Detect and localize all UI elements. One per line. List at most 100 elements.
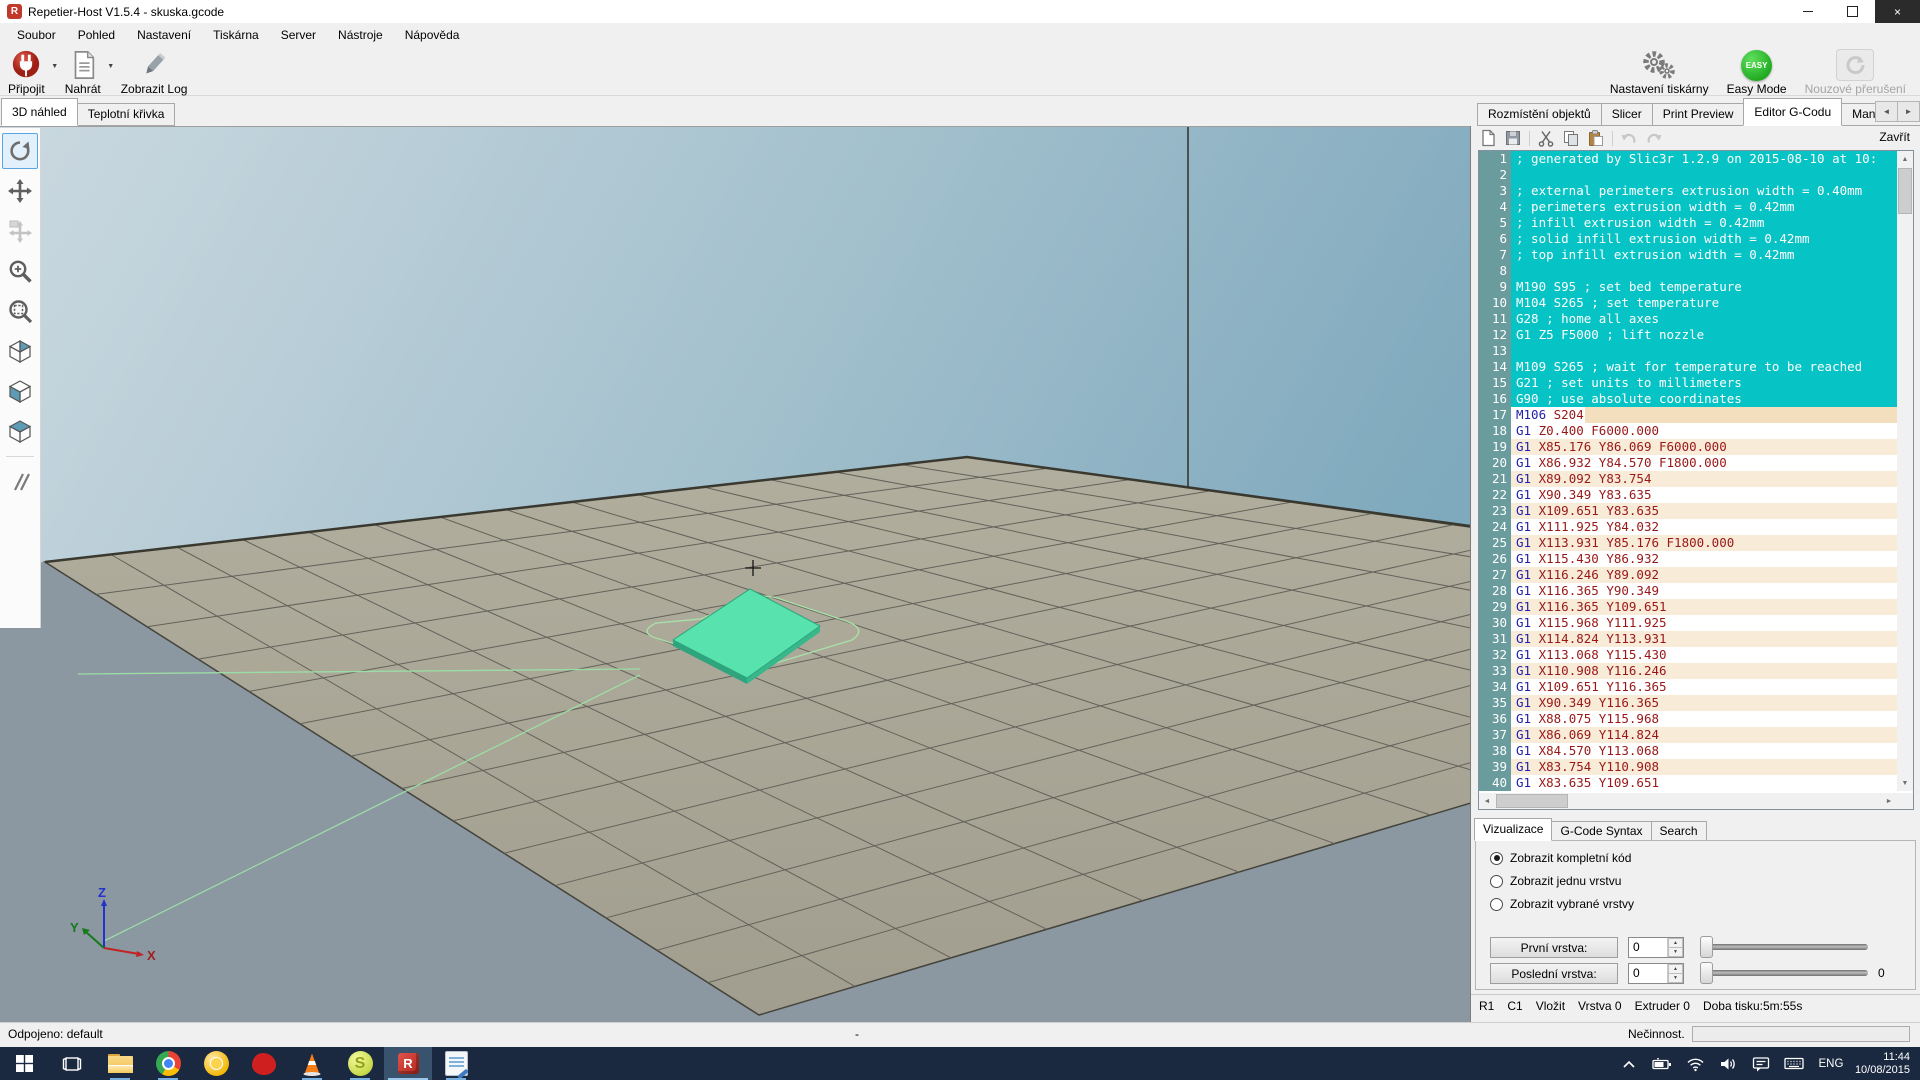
connect-button[interactable]: Připojit: [4, 48, 49, 97]
tray-chevron-button[interactable]: [1613, 1047, 1646, 1080]
righttabs-tab-1[interactable]: Rozmístění objektů: [1477, 103, 1602, 126]
connection-status: Odpojeno: default: [8, 1027, 103, 1041]
scroll-right-arrow[interactable]: ►: [1881, 793, 1897, 809]
clock[interactable]: 11:44 10/08/2015: [1851, 1051, 1920, 1077]
taskbar-red-app[interactable]: [240, 1047, 288, 1080]
connect-dropdown[interactable]: ▼: [49, 50, 61, 82]
righttabs-tab-4[interactable]: Editor G-Codu: [1743, 98, 1842, 126]
radio-circle[interactable]: [1490, 852, 1503, 865]
tray-keyboard[interactable]: [1778, 1047, 1811, 1080]
language-indicator[interactable]: ENG: [1811, 1047, 1851, 1080]
maximize-icon: [1847, 6, 1858, 17]
cut-icon[interactable]: [1537, 129, 1555, 147]
menu-item-7[interactable]: Nápověda: [394, 23, 471, 47]
first-layer-slider[interactable]: [1700, 936, 1868, 958]
first-layer-spinner[interactable]: 0 ▲▼: [1628, 937, 1684, 958]
taskbar-repetier-host[interactable]: R: [384, 1047, 432, 1080]
viz-tab-2[interactable]: G-Code Syntax: [1551, 821, 1651, 841]
tray-wifi[interactable]: [1679, 1047, 1712, 1080]
top-view-tool[interactable]: [2, 413, 38, 449]
paste-icon[interactable]: [1587, 129, 1605, 147]
viz-tab-3[interactable]: Search: [1651, 821, 1707, 841]
scroll-up-arrow[interactable]: ▲: [1897, 151, 1913, 167]
righttabs-tab-2[interactable]: Slicer: [1601, 103, 1653, 126]
rotate-view-tool[interactable]: [2, 133, 38, 169]
tab-scroll-right-button[interactable]: ►: [1897, 101, 1920, 122]
gcode-line: 6; solid infill extrusion width = 0.42mm: [1479, 231, 1897, 247]
move-object-tool-disabled: [2, 213, 38, 249]
front-view-tool[interactable]: [2, 373, 38, 409]
taskbar-chrome-canary[interactable]: [192, 1047, 240, 1080]
show-log-button[interactable]: Zobrazit Log: [117, 48, 192, 97]
scroll-down-arrow[interactable]: ▼: [1897, 775, 1913, 791]
load-button[interactable]: Nahrát: [61, 48, 105, 97]
viewtabs-tab-1[interactable]: 3D náhled: [1, 98, 78, 126]
task-view-button[interactable]: [48, 1047, 96, 1080]
spinner-arrows[interactable]: ▲▼: [1667, 938, 1683, 957]
editor-status-part-1: R1: [1479, 999, 1494, 1013]
close-button[interactable]: ×: [1875, 0, 1920, 23]
parallel-projection-tool[interactable]: [2, 464, 38, 500]
radio-option-2[interactable]: Zobrazit jednu vrstvu: [1490, 874, 1621, 888]
taskbar-notepad[interactable]: [432, 1047, 480, 1080]
slider-thumb[interactable]: [1700, 962, 1713, 984]
last-layer-slider[interactable]: [1700, 962, 1868, 984]
last-layer-button[interactable]: Poslední vrstva:: [1490, 963, 1618, 984]
date: 10/08/2015: [1855, 1064, 1910, 1077]
menu-item-6[interactable]: Nástroje: [327, 23, 394, 47]
taskbar-file-explorer[interactable]: [96, 1047, 144, 1080]
printer-settings-button[interactable]: Nastavení tiskárny: [1606, 48, 1713, 97]
3d-viewport[interactable]: Z X Y: [0, 126, 1470, 1022]
first-layer-button[interactable]: První vrstva:: [1490, 937, 1618, 958]
taskbar-s-app[interactable]: S: [336, 1047, 384, 1080]
copy-icon[interactable]: [1562, 129, 1580, 147]
menu-item-1[interactable]: Soubor: [6, 23, 67, 47]
radio-option-3[interactable]: Zobrazit vybrané vrstvy: [1490, 897, 1634, 911]
radio-circle[interactable]: [1490, 875, 1503, 888]
notepad-icon: [445, 1051, 468, 1076]
chrome-icon: [156, 1051, 181, 1076]
gcode-text-area[interactable]: 1; generated by Slic3r 1.2.9 on 2015-08-…: [1479, 151, 1897, 791]
maximize-button[interactable]: [1830, 0, 1875, 23]
horizontal-scroll-thumb[interactable]: [1496, 794, 1568, 808]
start-button[interactable]: [0, 1047, 48, 1080]
visualization-tabs: VizualizaceG-Code SyntaxSearch: [1475, 820, 1916, 841]
editor-vertical-scrollbar[interactable]: ▲ ▼: [1897, 151, 1913, 791]
vertical-scroll-thumb[interactable]: [1898, 168, 1912, 214]
load-dropdown[interactable]: ▼: [105, 50, 117, 82]
viz-tab-1[interactable]: Vizualizace: [1474, 818, 1552, 841]
editor-status-part-6: Doba tisku:5m:55s: [1703, 999, 1802, 1013]
menu-item-2[interactable]: Pohled: [67, 23, 126, 47]
slider-thumb[interactable]: [1700, 936, 1713, 958]
tray-volume[interactable]: [1712, 1047, 1745, 1080]
menu-item-5[interactable]: Server: [270, 23, 327, 47]
last-layer-spinner[interactable]: 0 ▲▼: [1628, 963, 1684, 984]
move-view-tool[interactable]: [2, 173, 38, 209]
tray-battery[interactable]: [1646, 1047, 1679, 1080]
editor-close-link[interactable]: Zavřít: [1879, 130, 1910, 144]
taskbar-chrome[interactable]: [144, 1047, 192, 1080]
menu-item-4[interactable]: Tiskárna: [202, 23, 270, 47]
wifi-icon: [1686, 1056, 1705, 1072]
tray-notifications[interactable]: [1745, 1047, 1778, 1080]
gcode-line: 39G1 X83.754 Y110.908: [1479, 759, 1897, 775]
easy-mode-button[interactable]: EASY Easy Mode: [1723, 48, 1791, 97]
spinner-arrows[interactable]: ▲▼: [1667, 964, 1683, 983]
isometric-view-tool[interactable]: [2, 333, 38, 369]
zoom-fit-tool[interactable]: [2, 293, 38, 329]
new-file-icon[interactable]: [1479, 129, 1497, 147]
gcode-editor[interactable]: 1; generated by Slic3r 1.2.9 on 2015-08-…: [1478, 150, 1914, 810]
radio-circle[interactable]: [1490, 898, 1503, 911]
scroll-left-arrow[interactable]: ◄: [1479, 793, 1495, 809]
zoom-in-tool[interactable]: [2, 253, 38, 289]
tab-scroll-left-button[interactable]: ◄: [1875, 101, 1898, 122]
viewtabs-tab-2[interactable]: Teplotní křivka: [77, 103, 176, 126]
righttabs-tab-3[interactable]: Print Preview: [1652, 103, 1745, 126]
gcode-line: 29G1 X116.365 Y109.651: [1479, 599, 1897, 615]
minimize-button[interactable]: [1785, 0, 1830, 23]
menu-item-3[interactable]: Nastavení: [126, 23, 202, 47]
radio-option-1[interactable]: Zobrazit kompletní kód: [1490, 851, 1631, 865]
save-file-icon[interactable]: [1504, 129, 1522, 147]
taskbar-vlc[interactable]: [288, 1047, 336, 1080]
editor-horizontal-scrollbar[interactable]: ◄ ►: [1479, 793, 1897, 809]
